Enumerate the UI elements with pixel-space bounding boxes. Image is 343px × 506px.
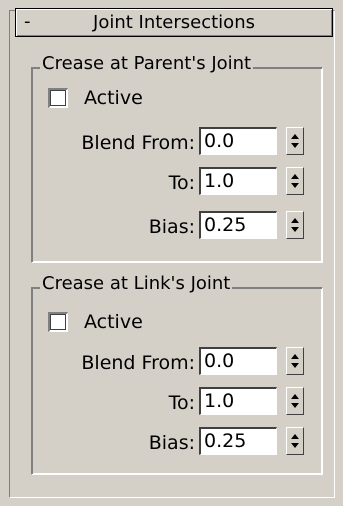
rollout-header-joint-intersections[interactable]: - Joint Intersections — [15, 8, 333, 37]
blend-from-spinner-link[interactable] — [286, 347, 304, 375]
to-spinner-parent[interactable] — [286, 167, 304, 195]
bias-field-parent[interactable]: 0.25 — [199, 211, 277, 239]
group-legend: Crease at Parent's Joint — [40, 53, 254, 74]
bias-label-parent: Bias: — [148, 216, 195, 238]
blend-from-label-parent: Blend From: — [81, 132, 195, 154]
group-legend: Crease at Link's Joint — [40, 273, 233, 294]
spinner-up-icon[interactable] — [291, 434, 299, 439]
to-field-link[interactable]: 1.0 — [199, 387, 277, 415]
rollout-title: Joint Intersections — [93, 12, 255, 33]
active-checkbox-link[interactable] — [48, 312, 68, 332]
spinner-down-icon[interactable] — [291, 143, 299, 148]
blend-from-field-link[interactable]: 0.0 — [199, 347, 277, 375]
active-label-link: Active — [84, 311, 143, 333]
spinner-up-icon[interactable] — [291, 354, 299, 359]
to-label-parent: To: — [168, 172, 195, 194]
spinner-up-icon[interactable] — [291, 394, 299, 399]
bias-label-link: Bias: — [148, 432, 195, 454]
blend-from-field-parent[interactable]: 0.0 — [199, 127, 277, 155]
spinner-down-icon[interactable] — [291, 183, 299, 188]
to-field-parent[interactable]: 1.0 — [199, 167, 277, 195]
bias-spinner-parent[interactable] — [286, 211, 304, 239]
bias-field-link[interactable]: 0.25 — [199, 427, 277, 455]
to-label-link: To: — [168, 392, 195, 414]
bias-spinner-link[interactable] — [286, 427, 304, 455]
spinner-down-icon[interactable] — [291, 443, 299, 448]
spinner-up-icon[interactable] — [291, 134, 299, 139]
to-spinner-link[interactable] — [286, 387, 304, 415]
blend-from-label-link: Blend From: — [81, 352, 195, 374]
spinner-down-icon[interactable] — [291, 403, 299, 408]
active-label-parent: Active — [84, 87, 143, 109]
spinner-up-icon[interactable] — [291, 174, 299, 179]
spinner-down-icon[interactable] — [291, 363, 299, 368]
blend-from-spinner-parent[interactable] — [286, 127, 304, 155]
active-checkbox-parent[interactable] — [48, 88, 68, 108]
spinner-down-icon[interactable] — [291, 227, 299, 232]
spinner-up-icon[interactable] — [291, 218, 299, 223]
